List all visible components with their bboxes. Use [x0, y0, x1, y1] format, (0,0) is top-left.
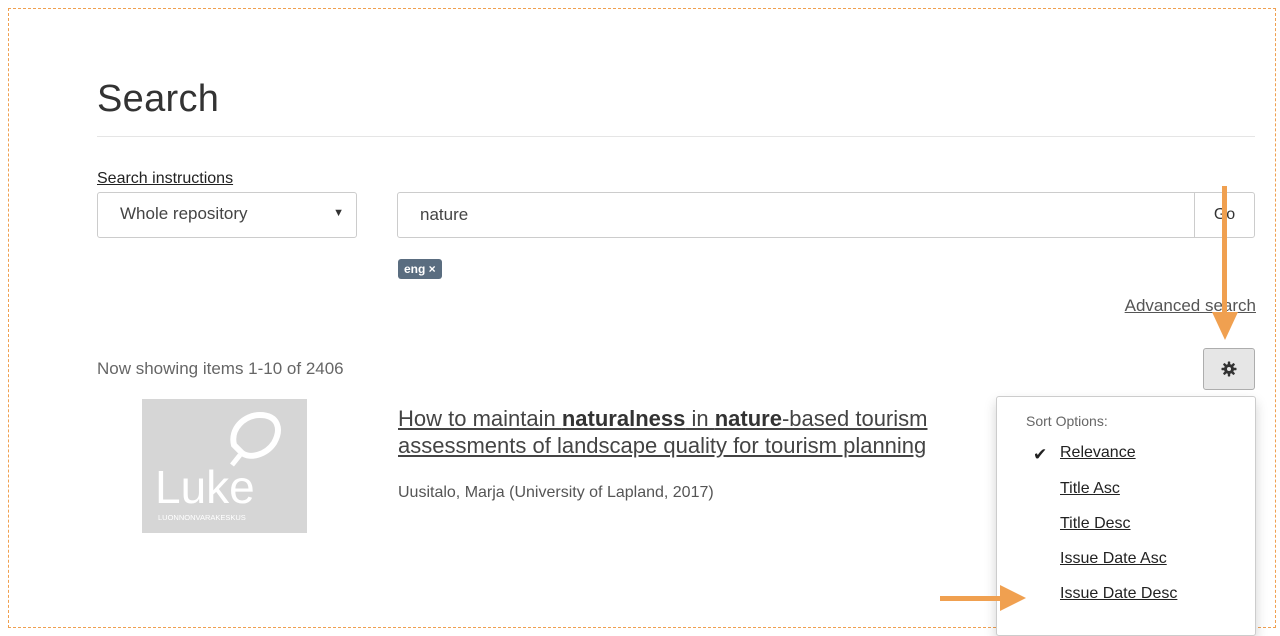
- result-thumbnail[interactable]: Luke LUONNONVARAKESKUS: [142, 399, 307, 533]
- title-highlight: naturalness: [561, 406, 686, 431]
- language-filter-badge[interactable]: eng ×: [398, 259, 442, 279]
- sort-option-title-asc[interactable]: Title Asc: [1060, 480, 1120, 498]
- sort-option-title-desc[interactable]: Title Desc: [1060, 515, 1131, 533]
- chevron-down-icon: ▼: [333, 207, 344, 219]
- check-icon: ✔: [1033, 445, 1048, 464]
- title-part: -based tourism: [781, 406, 928, 431]
- results-count: Now showing items 1-10 of 2406: [97, 359, 344, 378]
- search-input[interactable]: [397, 192, 1195, 238]
- sort-options-header: Sort Options:: [1026, 413, 1108, 429]
- search-instructions-link[interactable]: Search instructions: [97, 170, 233, 188]
- sort-option-issue-date-desc[interactable]: Issue Date Desc: [1060, 585, 1177, 603]
- result-title-link[interactable]: How to maintain naturalness in nature-ba…: [398, 405, 1018, 459]
- sort-option-relevance[interactable]: Relevance: [1060, 444, 1136, 462]
- title-highlight: nature: [714, 406, 782, 431]
- logo-wordmark: Luke: [155, 461, 255, 513]
- gear-icon: [1221, 361, 1237, 377]
- logo-subtext: LUONNONVARAKESKUS: [158, 513, 246, 522]
- scope-select[interactable]: Whole repository ▼: [97, 192, 357, 238]
- title-part: assessments of landscape quality for tou…: [398, 433, 927, 458]
- luke-logo: Luke LUONNONVARAKESKUS: [155, 411, 281, 522]
- sort-option-issue-date-asc[interactable]: Issue Date Asc: [1060, 550, 1167, 568]
- result-meta: Uusitalo, Marja (University of Lapland, …: [398, 484, 714, 501]
- page-title: Search: [97, 78, 220, 120]
- scope-select-value: Whole repository: [120, 204, 248, 223]
- title-divider: [97, 136, 1255, 137]
- sort-options-menu: Sort Options: ✔ Relevance Title Asc Titl…: [996, 396, 1256, 636]
- title-part: in: [685, 406, 715, 431]
- sort-options-button[interactable]: [1203, 348, 1255, 390]
- title-part: How to maintain: [398, 406, 562, 431]
